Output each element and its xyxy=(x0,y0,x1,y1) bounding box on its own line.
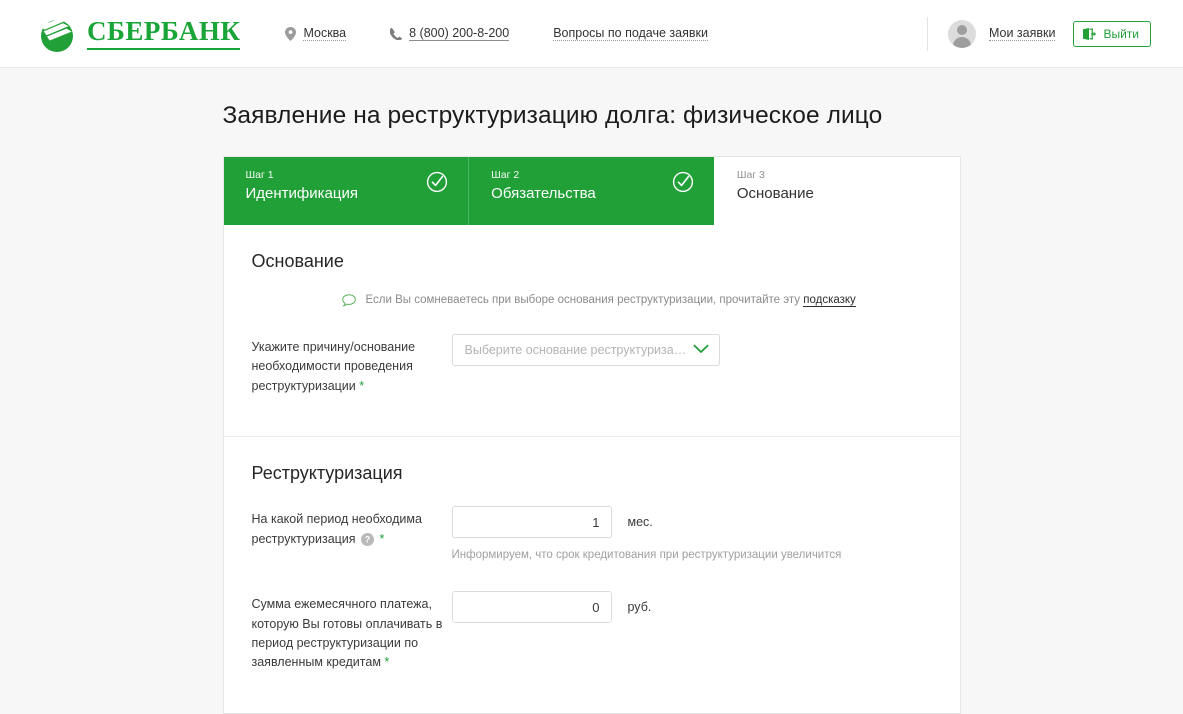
header-divider xyxy=(926,16,928,51)
reason-select-placeholder: Выберите основание реструктуризации... xyxy=(464,343,693,357)
city-selector[interactable]: Москва xyxy=(285,25,347,42)
step-indicator: Шаг 1 Идентификация Шаг 2 Обязательства xyxy=(223,157,960,225)
period-field-row: На какой период необходима реструктуриза… xyxy=(252,506,932,581)
check-circle-icon xyxy=(426,171,448,193)
page-title: Заявление на реструктуризацию долга: физ… xyxy=(222,102,883,129)
question-mark-icon[interactable]: ? xyxy=(361,532,375,552)
page-body: Заявление на реструктуризацию долга: физ… xyxy=(0,68,1183,714)
required-asterisk: * xyxy=(384,655,390,670)
header-user-area: Мои заявки Выйти xyxy=(926,0,1151,67)
step-1-identification[interactable]: Шаг 1 Идентификация xyxy=(223,157,469,225)
payment-field-control: руб. xyxy=(451,591,932,624)
period-input-row: мес. xyxy=(451,506,932,539)
logout-button[interactable]: Выйти xyxy=(1073,20,1151,47)
support-phone[interactable]: 8 (800) 200-8-200 xyxy=(390,25,510,42)
check-circle-icon xyxy=(672,171,694,193)
header-links: Москва 8 (800) 200-8-200 Вопросы по пода… xyxy=(285,25,752,42)
location-pin-icon xyxy=(285,26,297,41)
my-applications-label: Мои заявки xyxy=(988,26,1056,42)
sberbank-logo-text: СБЕРБАНК xyxy=(87,17,241,50)
user-avatar-icon[interactable] xyxy=(947,19,976,48)
application-card: Шаг 1 Идентификация Шаг 2 Обязательства xyxy=(222,156,961,714)
exit-icon xyxy=(1083,27,1097,40)
period-hint: Информируем, что срок кредитования при р… xyxy=(451,549,842,562)
step-3-reason[interactable]: Шаг 3 Основание xyxy=(713,157,960,225)
city-label: Москва xyxy=(303,25,347,42)
svg-text:?: ? xyxy=(365,534,371,544)
payment-input[interactable] xyxy=(451,591,612,624)
reason-tip: Если Вы сомневаетесь при выборе основани… xyxy=(341,294,932,310)
payment-field-label: Сумма ежемесячного платежа, которую Вы г… xyxy=(251,597,443,670)
reason-section: Основание Если Вы сомневаетесь при выбор… xyxy=(224,225,960,436)
sberbank-logo-link[interactable]: СБЕРБАНК xyxy=(38,15,241,53)
reason-tip-link[interactable]: подсказку xyxy=(803,294,856,307)
step-1-label: Идентификация xyxy=(245,184,358,202)
step-1-number: Шаг 1 xyxy=(245,169,274,181)
period-field-control: мес. Информируем, что срок кредитования … xyxy=(451,506,932,581)
step-2-label: Обязательства xyxy=(491,184,596,202)
my-applications-link[interactable]: Мои заявки xyxy=(988,26,1056,42)
payment-unit: руб. xyxy=(627,600,652,615)
reason-field-label: Укажите причину/основание необходимости … xyxy=(251,340,416,393)
required-asterisk: * xyxy=(359,378,365,393)
restructuring-section-title: Реструктуризация xyxy=(251,463,403,484)
step-2-obligations[interactable]: Шаг 2 Обязательства xyxy=(468,157,714,225)
payment-field-row: Сумма ежемесячного платежа, которую Вы г… xyxy=(252,591,932,673)
site-header: СБЕРБАНК Москва 8 (800) 200-8-200 Вопрос… xyxy=(0,0,1183,68)
payment-input-row: руб. xyxy=(451,591,932,624)
period-field-label: На какой период необходима реструктуриза… xyxy=(252,506,452,552)
restructuring-section: Реструктуризация На какой период необход… xyxy=(223,436,960,713)
reason-select[interactable]: Выберите основание реструктуризации... xyxy=(451,334,720,366)
faq-label: Вопросы по подаче заявки xyxy=(553,25,708,42)
logout-label: Выйти xyxy=(1103,26,1139,41)
reason-field-control: Выберите основание реструктуризации... xyxy=(451,334,932,366)
period-input[interactable] xyxy=(451,506,612,539)
faq-link[interactable]: Вопросы по подаче заявки xyxy=(553,25,708,42)
phone-icon xyxy=(390,27,403,40)
step-3-label: Основание xyxy=(736,184,814,202)
reason-field-row: Укажите причину/основание необходимости … xyxy=(252,334,932,396)
period-unit: мес. xyxy=(627,515,653,530)
phone-number: 8 (800) 200-8-200 xyxy=(409,25,510,42)
speech-bubble-icon xyxy=(341,294,356,310)
sberbank-logo-icon xyxy=(38,15,76,53)
step-3-number: Шаг 3 xyxy=(736,169,765,181)
step-2-number: Шаг 2 xyxy=(491,169,520,181)
reason-section-title: Основание xyxy=(251,251,344,271)
reason-tip-text: Если Вы сомневаетесь при выборе основани… xyxy=(365,294,856,307)
chevron-down-icon xyxy=(693,341,709,359)
required-asterisk: * xyxy=(379,531,385,546)
